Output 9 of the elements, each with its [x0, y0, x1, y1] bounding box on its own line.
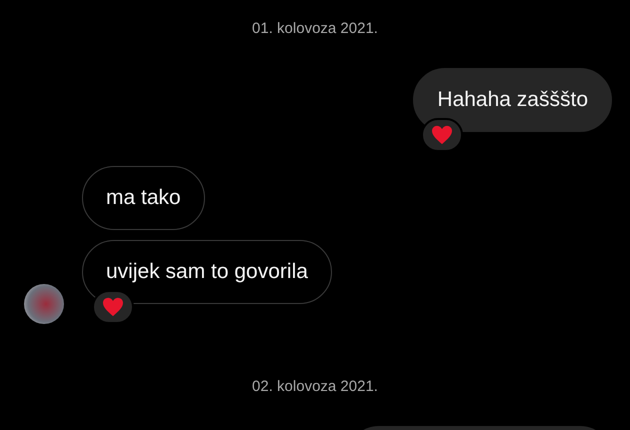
- reaction-badge[interactable]: [92, 290, 134, 324]
- date-separator: 01. kolovoza 2021.: [252, 20, 378, 38]
- avatar[interactable]: [24, 284, 64, 324]
- message-bubble[interactable]: ma tako: [82, 166, 205, 230]
- message-bubble[interactable]: uvijek sam to govorila: [82, 240, 332, 304]
- heart-icon: [431, 125, 454, 145]
- date-separator: 02. kolovoza 2021.: [252, 378, 378, 396]
- message-bubble[interactable]: Hahaha zašššto: [413, 68, 612, 132]
- heart-icon: [102, 297, 124, 317]
